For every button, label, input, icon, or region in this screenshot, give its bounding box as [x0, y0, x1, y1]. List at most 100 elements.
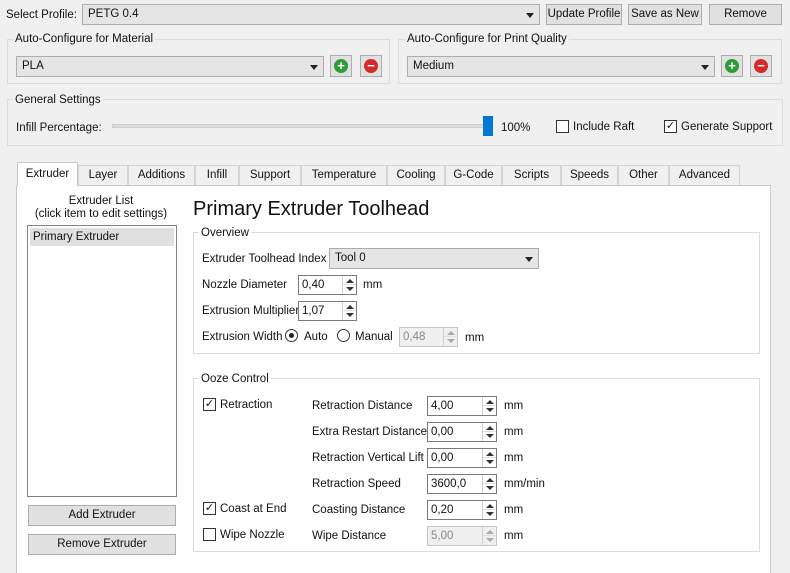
spin-up-icon[interactable]: [346, 305, 354, 309]
tab-speeds[interactable]: Speeds: [561, 165, 618, 185]
infill-percentage-value: 100%: [501, 122, 531, 134]
extrusion-multiplier-spinbox[interactable]: 1,07: [298, 301, 357, 321]
ooze-row-value: 4,00: [431, 400, 454, 412]
toolhead-index-select[interactable]: Tool 0: [329, 248, 539, 269]
extrusion-width-label: Extrusion Width: [202, 331, 283, 343]
spin-up-icon[interactable]: [486, 400, 494, 404]
spin-down-icon[interactable]: [346, 287, 354, 291]
remove-quality-button[interactable]: −: [750, 55, 772, 77]
infill-slider-handle[interactable]: [483, 116, 493, 136]
retraction-label: Retraction: [220, 399, 273, 411]
ooze-row-unit: mm: [504, 530, 524, 542]
ooze-row-spinbox[interactable]: 3600,0: [427, 474, 497, 494]
wipe-nozzle-checkbox[interactable]: [203, 528, 216, 541]
tab-infill[interactable]: Infill: [195, 165, 239, 185]
save-as-new-button[interactable]: Save as New: [628, 4, 702, 25]
remove-material-button[interactable]: −: [360, 55, 382, 77]
extrusion-width-auto-radio[interactable]: [285, 329, 298, 342]
spin-up-icon[interactable]: [486, 426, 494, 430]
ooze-row-unit: mm: [504, 504, 524, 516]
extruder-list[interactable]: Primary Extruder: [27, 225, 177, 497]
quality-select[interactable]: Medium: [407, 56, 715, 77]
tab-additions[interactable]: Additions: [128, 165, 195, 185]
remove-profile-button[interactable]: Remove: [709, 4, 782, 25]
material-select[interactable]: PLA: [16, 56, 324, 77]
tab-advanced[interactable]: Advanced: [669, 165, 740, 185]
nozzle-diameter-spinbox[interactable]: 0,40: [298, 275, 357, 295]
tab-layer[interactable]: Layer: [78, 165, 128, 185]
ooze-row-spinbox[interactable]: 0,00: [427, 448, 497, 468]
ooze-row-spinbox[interactable]: 5,00: [427, 526, 497, 546]
spin-down-icon[interactable]: [486, 460, 494, 464]
extrusion-width-manual-radio[interactable]: [337, 329, 350, 342]
spin-down-icon[interactable]: [486, 408, 494, 412]
spin-up-icon[interactable]: [486, 530, 494, 534]
list-item[interactable]: Primary Extruder: [30, 228, 174, 246]
spin-down-icon[interactable]: [346, 313, 354, 317]
ooze-row-value: 3600,0: [431, 478, 467, 490]
add-material-button[interactable]: +: [330, 55, 352, 77]
remove-extruder-button[interactable]: Remove Extruder: [28, 534, 176, 555]
tab-extruder[interactable]: Extruder: [17, 162, 78, 186]
ooze-row-unit: mm/min: [504, 478, 545, 490]
tab-temperature[interactable]: Temperature: [301, 165, 387, 185]
tab-scripts[interactable]: Scripts: [502, 165, 561, 185]
toolhead-index-label: Extruder Toolhead Index: [202, 253, 327, 265]
ooze-row-spinbox[interactable]: 4,00: [427, 396, 497, 416]
spin-up-icon[interactable]: [486, 478, 494, 482]
profile-select[interactable]: PETG 0.4: [82, 4, 540, 25]
ooze-row-value: 0,00: [431, 452, 454, 464]
update-profile-button[interactable]: Update Profile: [546, 4, 622, 25]
spin-down-icon[interactable]: [486, 486, 494, 490]
tab-support[interactable]: Support: [239, 165, 301, 185]
material-group-title: Auto-Configure for Material: [13, 32, 156, 46]
infill-slider-track[interactable]: [112, 124, 493, 128]
ooze-row-label: Wipe Distance: [312, 530, 387, 542]
plus-icon: +: [334, 59, 348, 73]
spin-down-icon[interactable]: [486, 434, 494, 438]
overview-title: Overview: [199, 226, 251, 240]
include-raft-label: Include Raft: [573, 121, 635, 133]
spin-up-icon[interactable]: [346, 279, 354, 283]
tab-g-code[interactable]: G-Code: [445, 165, 502, 185]
ooze-row-value: 5,00: [431, 530, 454, 542]
ooze-control-title: Ooze Control: [199, 372, 271, 386]
ooze-row-unit: mm: [504, 400, 524, 412]
wipe-nozzle-label: Wipe Nozzle: [220, 529, 285, 541]
ooze-row-value: 0,20: [431, 504, 454, 516]
chevron-down-icon: [525, 257, 533, 262]
retraction-checkbox[interactable]: ✓: [203, 398, 216, 411]
chevron-down-icon: [310, 65, 318, 70]
add-extruder-button[interactable]: Add Extruder: [28, 505, 176, 526]
spin-down-icon[interactable]: [486, 512, 494, 516]
profile-select-value: PETG 0.4: [88, 8, 139, 20]
spin-down-icon[interactable]: [447, 339, 455, 343]
radio-dot: [289, 333, 294, 338]
include-raft-checkbox[interactable]: [556, 120, 569, 133]
extrusion-width-spinbox[interactable]: 0,48: [399, 327, 458, 347]
select-profile-label: Select Profile:: [6, 9, 77, 21]
extruder-list-subtitle: (click item to edit settings): [34, 208, 168, 220]
spin-up-icon[interactable]: [486, 504, 494, 508]
nozzle-diameter-label: Nozzle Diameter: [202, 279, 287, 291]
spin-up-icon[interactable]: [486, 452, 494, 456]
general-settings-title: General Settings: [13, 93, 103, 107]
tab-cooling[interactable]: Cooling: [387, 165, 445, 185]
generate-support-checkbox[interactable]: ✓: [664, 120, 677, 133]
extrusion-width-value: 0,48: [403, 331, 426, 343]
quality-select-value: Medium: [413, 60, 454, 72]
ooze-row-label: Coasting Distance: [312, 504, 406, 516]
ooze-row-spinbox[interactable]: 0,20: [427, 500, 497, 520]
extrusion-multiplier-value: 1,07: [302, 305, 325, 317]
ooze-row-spinbox[interactable]: 0,00: [427, 422, 497, 442]
extruder-list-title: Extruder List: [68, 195, 134, 207]
nozzle-diameter-value: 0,40: [302, 279, 325, 291]
spin-up-icon[interactable]: [447, 331, 455, 335]
extruder-list-item-label: Primary Extruder: [33, 231, 120, 243]
coast-at-end-checkbox[interactable]: ✓: [203, 502, 216, 515]
spin-down-icon[interactable]: [486, 538, 494, 542]
coast-at-end-label: Coast at End: [220, 503, 287, 515]
tab-other[interactable]: Other: [618, 165, 669, 185]
chevron-down-icon: [526, 13, 534, 18]
add-quality-button[interactable]: +: [721, 55, 743, 77]
